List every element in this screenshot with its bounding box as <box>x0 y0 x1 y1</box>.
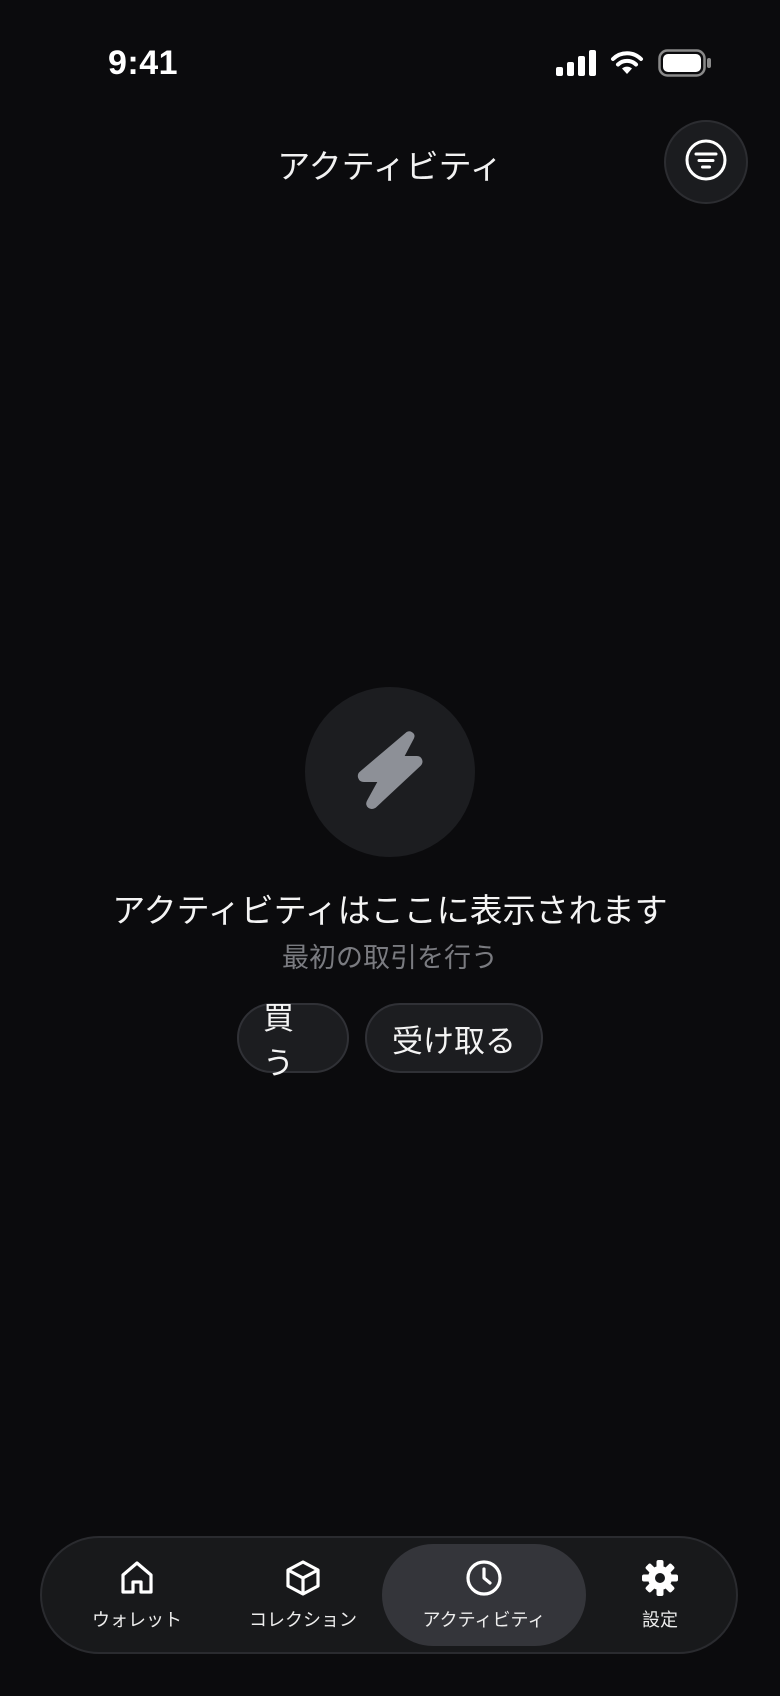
tab-settings[interactable]: 設定 <box>590 1544 730 1646</box>
tab-activity[interactable]: アクティビティ <box>382 1544 586 1646</box>
gear-icon <box>640 1558 680 1598</box>
status-bar: 9:41 <box>0 0 780 120</box>
tab-label-wallet: ウォレット <box>92 1610 182 1631</box>
tab-wallet[interactable]: ウォレット <box>54 1544 220 1646</box>
clock-icon <box>464 1558 504 1598</box>
status-icons <box>556 48 712 78</box>
empty-state-subtitle: 最初の取引を行う <box>282 943 498 974</box>
empty-state-icon-container <box>305 687 475 857</box>
wifi-icon <box>610 50 644 76</box>
tab-label-activity: アクティビティ <box>422 1610 546 1631</box>
lightning-bolt-icon <box>355 729 425 815</box>
battery-icon <box>658 49 712 77</box>
filter-icon <box>684 138 728 186</box>
cellular-signal-icon <box>556 50 596 76</box>
tab-label-collection: コレクション <box>249 1610 357 1631</box>
page-title: アクティビティ <box>277 147 503 186</box>
filter-button[interactable] <box>664 120 748 204</box>
cube-icon <box>283 1558 323 1598</box>
tab-bar: ウォレット コレクション アクティビティ 設定 <box>40 1536 738 1654</box>
empty-state-title: アクティビティはここに表示されます <box>112 891 668 930</box>
status-time: 9:41 <box>108 44 179 82</box>
activity-screen: 9:41 アクティビティ アクティビティはここに表示されます 最初の取引を行う … <box>0 0 780 1696</box>
empty-state-actions: 買う 受け取る <box>0 1001 780 1082</box>
buy-button[interactable]: 買う <box>237 1001 349 1082</box>
tab-label-settings: 設定 <box>642 1610 678 1631</box>
receive-button[interactable]: 受け取る <box>365 1003 543 1073</box>
home-icon <box>117 1558 157 1598</box>
tab-collection[interactable]: コレクション <box>220 1544 386 1646</box>
